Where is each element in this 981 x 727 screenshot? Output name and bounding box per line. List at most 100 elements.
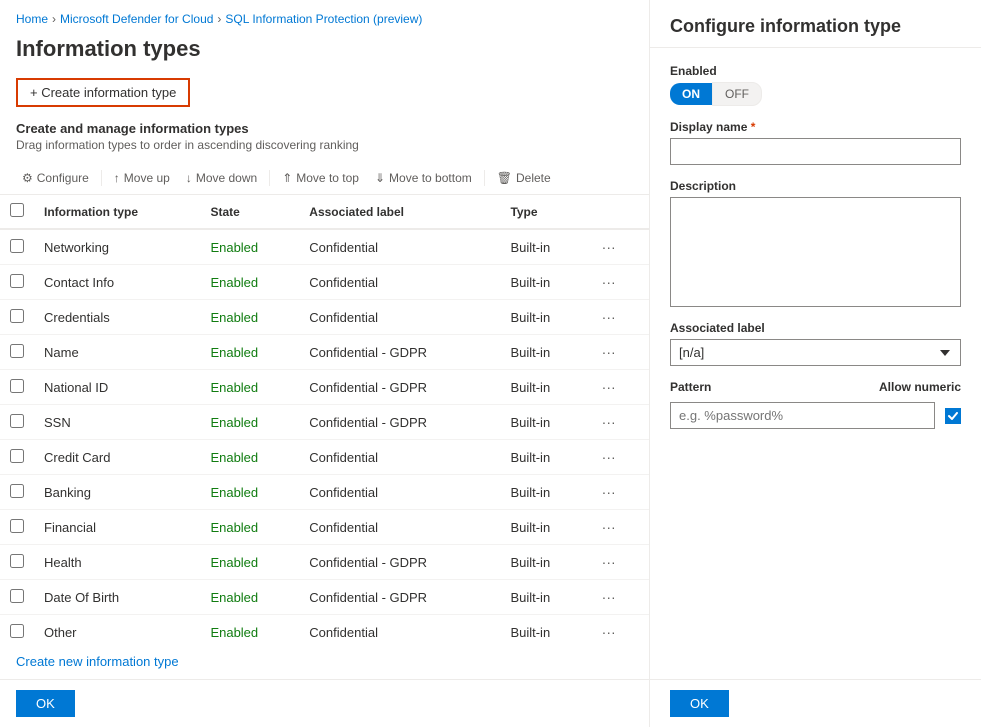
left-panel: Home › Microsoft Defender for Cloud › SQ… — [0, 0, 650, 727]
breadcrumb-sep-2: › — [217, 12, 221, 26]
row-more-button-1[interactable]: ··· — [598, 272, 620, 292]
row-actions-cell: ··· — [588, 475, 649, 510]
move-to-bottom-button[interactable]: ⇓ Move to bottom — [369, 168, 478, 188]
pattern-input-row — [670, 402, 961, 429]
row-checkbox-8[interactable] — [10, 519, 24, 533]
select-all-checkbox[interactable] — [10, 203, 24, 217]
row-more-button-10[interactable]: ··· — [598, 587, 620, 607]
allow-numeric-checkbox[interactable] — [945, 408, 961, 424]
display-name-input[interactable] — [670, 138, 961, 165]
move-down-button[interactable]: ↓ Move down — [180, 168, 263, 188]
row-more-button-5[interactable]: ··· — [598, 412, 620, 432]
table-row: Health Enabled Confidential - GDPR Built… — [0, 545, 649, 580]
row-checkbox-cell — [0, 405, 34, 440]
row-more-button-7[interactable]: ··· — [598, 482, 620, 502]
table-row: Date Of Birth Enabled Confidential - GDP… — [0, 580, 649, 615]
row-actions-cell: ··· — [588, 300, 649, 335]
row-type: Built-in — [500, 510, 587, 545]
row-checkbox-2[interactable] — [10, 309, 24, 323]
row-type: Built-in — [500, 615, 587, 645]
row-label: Confidential - GDPR — [299, 405, 500, 440]
ok-button-left[interactable]: OK — [16, 690, 75, 717]
breadcrumb-defender[interactable]: Microsoft Defender for Cloud — [60, 12, 213, 26]
enabled-field: Enabled ON OFF — [670, 64, 961, 106]
move-down-icon: ↓ — [186, 171, 192, 185]
row-type: Built-in — [500, 475, 587, 510]
move-to-bottom-label: Move to bottom — [389, 171, 472, 185]
row-label: Confidential — [299, 229, 500, 265]
row-checkbox-7[interactable] — [10, 484, 24, 498]
breadcrumb-sql[interactable]: SQL Information Protection (preview) — [225, 12, 422, 26]
col-type: Type — [500, 195, 587, 229]
row-more-button-9[interactable]: ··· — [598, 552, 620, 572]
description-textarea[interactable] — [670, 197, 961, 307]
create-new-information-type-link[interactable]: Create new information type — [16, 654, 179, 669]
row-actions-cell: ··· — [588, 440, 649, 475]
row-checkbox-cell — [0, 265, 34, 300]
col-state: State — [200, 195, 299, 229]
page-title: Information types — [0, 32, 649, 74]
row-type: Built-in — [500, 405, 587, 440]
bottom-link-area: Create new information type — [0, 644, 649, 679]
row-label: Confidential — [299, 300, 500, 335]
row-state: Enabled — [200, 265, 299, 300]
breadcrumb-home[interactable]: Home — [16, 12, 48, 26]
row-name: Name — [34, 335, 200, 370]
row-checkbox-1[interactable] — [10, 274, 24, 288]
enabled-label: Enabled — [670, 64, 961, 78]
row-name: Credentials — [34, 300, 200, 335]
row-actions-cell: ··· — [588, 370, 649, 405]
row-name: National ID — [34, 370, 200, 405]
row-checkbox-cell — [0, 229, 34, 265]
pattern-input[interactable] — [670, 402, 935, 429]
configure-button[interactable]: ⚙ Configure — [16, 168, 95, 188]
toggle-off-button[interactable]: OFF — [712, 82, 762, 106]
move-up-button[interactable]: ↑ Move up — [108, 168, 176, 188]
row-name: Other — [34, 615, 200, 645]
row-more-button-0[interactable]: ··· — [598, 237, 620, 257]
display-name-label: Display name * — [670, 120, 961, 134]
row-label: Confidential — [299, 440, 500, 475]
row-more-button-2[interactable]: ··· — [598, 307, 620, 327]
toggle-on-button[interactable]: ON — [670, 83, 712, 105]
row-checkbox-10[interactable] — [10, 589, 24, 603]
row-actions-cell: ··· — [588, 335, 649, 370]
row-more-button-8[interactable]: ··· — [598, 517, 620, 537]
row-checkbox-11[interactable] — [10, 624, 24, 638]
row-checkbox-5[interactable] — [10, 414, 24, 428]
table-row: Networking Enabled Confidential Built-in… — [0, 229, 649, 265]
col-info-type: Information type — [34, 195, 200, 229]
row-more-button-4[interactable]: ··· — [598, 377, 620, 397]
row-checkbox-cell — [0, 580, 34, 615]
row-actions-cell: ··· — [588, 510, 649, 545]
toolbar-sep-3 — [484, 170, 485, 186]
row-checkbox-4[interactable] — [10, 379, 24, 393]
ok-button-right[interactable]: OK — [670, 690, 729, 717]
row-type: Built-in — [500, 335, 587, 370]
row-more-button-6[interactable]: ··· — [598, 447, 620, 467]
right-panel-header: Configure information type — [650, 0, 981, 48]
right-panel-title: Configure information type — [670, 16, 961, 37]
breadcrumb: Home › Microsoft Defender for Cloud › SQ… — [0, 0, 649, 32]
display-name-field: Display name * — [670, 120, 961, 165]
associated-label-select[interactable]: [n/a] Confidential Confidential - GDPR G… — [670, 339, 961, 366]
right-panel-body: Enabled ON OFF Display name * Descriptio… — [650, 48, 981, 679]
row-checkbox-9[interactable] — [10, 554, 24, 568]
row-name: Health — [34, 545, 200, 580]
delete-label: Delete — [516, 171, 551, 185]
row-type: Built-in — [500, 370, 587, 405]
row-more-button-11[interactable]: ··· — [598, 622, 620, 642]
row-type: Built-in — [500, 440, 587, 475]
row-state: Enabled — [200, 615, 299, 645]
row-checkbox-6[interactable] — [10, 449, 24, 463]
table-row: Name Enabled Confidential - GDPR Built-i… — [0, 335, 649, 370]
create-information-type-button[interactable]: + Create information type — [16, 78, 190, 107]
row-more-button-3[interactable]: ··· — [598, 342, 620, 362]
row-state: Enabled — [200, 545, 299, 580]
row-actions-cell: ··· — [588, 265, 649, 300]
row-checkbox-cell — [0, 335, 34, 370]
delete-button[interactable]: 🗑 Delete — [491, 168, 557, 188]
row-checkbox-3[interactable] — [10, 344, 24, 358]
row-checkbox-0[interactable] — [10, 239, 24, 253]
move-to-top-button[interactable]: ⇑ Move to top — [276, 168, 365, 188]
